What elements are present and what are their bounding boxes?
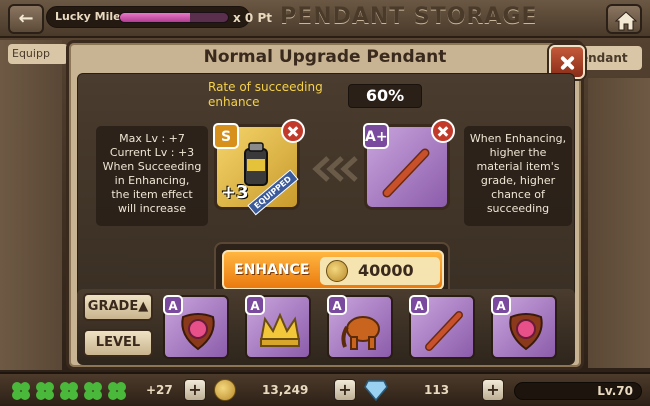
enhance-label: ENHANCE bbox=[234, 262, 310, 278]
gem-pendant-icon bbox=[181, 313, 215, 351]
add-coin-button[interactable]: + bbox=[334, 379, 356, 401]
enhance-cost-box: 40000 bbox=[320, 257, 440, 285]
inventory-strip: GRADE▲ LEVEL A A A A A bbox=[77, 289, 575, 365]
info-line: chance of bbox=[491, 188, 545, 201]
clover-icon bbox=[36, 382, 54, 400]
coin-icon bbox=[326, 260, 348, 282]
clover-icon bbox=[84, 382, 102, 400]
lucky-mileage: Lucky Mileage x 0 Pt bbox=[46, 6, 272, 28]
clover-extra-count: +27 bbox=[146, 383, 173, 397]
info-line: material item's bbox=[476, 160, 560, 173]
sort-grade-button[interactable]: GRADE▲ bbox=[83, 293, 153, 321]
info-line: the item effect bbox=[111, 188, 193, 201]
screen-title: PENDANT STORAGE bbox=[280, 4, 538, 29]
enhance-cost: 40000 bbox=[358, 261, 414, 280]
resource-bar: +27 + 13,249 + 113 + Lv.70 bbox=[0, 372, 650, 406]
chevron-left-icon bbox=[312, 156, 358, 182]
inventory-item[interactable]: A bbox=[163, 295, 229, 359]
gem-count: 113 bbox=[424, 383, 450, 397]
coin-count: 13,249 bbox=[262, 383, 309, 397]
bat-icon bbox=[382, 148, 430, 198]
storage-right-panel bbox=[588, 78, 650, 368]
upgrade-panel: Rate of succeeding enhance 60% Max Lv : … bbox=[77, 73, 575, 305]
crown-icon bbox=[259, 312, 301, 347]
success-rate-label: Rate of succeeding enhance bbox=[208, 80, 323, 109]
material-item-slot[interactable]: A+ bbox=[363, 119, 455, 210]
tab-equipped[interactable]: Equipp bbox=[8, 44, 68, 64]
remove-material-button[interactable] bbox=[431, 119, 455, 143]
remove-target-button[interactable] bbox=[281, 119, 305, 143]
inventory-item[interactable]: A bbox=[327, 295, 393, 359]
success-rate-value: 60% bbox=[348, 84, 422, 108]
storage-left-panel bbox=[0, 40, 62, 370]
target-item-slot[interactable]: S +3 EQUIPPED bbox=[213, 119, 305, 216]
info-line: grade, higher bbox=[480, 174, 556, 187]
diamond-icon bbox=[364, 380, 388, 401]
inventory-item[interactable]: A bbox=[409, 295, 475, 359]
item-level: +3 bbox=[221, 182, 249, 203]
clover-icon bbox=[12, 382, 30, 400]
gem-pendant-icon bbox=[509, 313, 543, 351]
back-button[interactable]: ← bbox=[8, 4, 44, 34]
add-clover-button[interactable]: + bbox=[184, 379, 206, 401]
add-gem-button[interactable]: + bbox=[482, 379, 504, 401]
clover-group bbox=[10, 380, 128, 402]
info-line: will increase bbox=[117, 202, 187, 215]
info-line: When Succeeding bbox=[102, 160, 202, 173]
clover-icon bbox=[108, 382, 126, 400]
grade-info-box: When Enhancing, higher the material item… bbox=[464, 126, 572, 226]
elephant-icon bbox=[341, 316, 380, 350]
mileage-points: x 0 Pt bbox=[233, 11, 272, 25]
level-info-box: Max Lv : +7 Current Lv : +3 When Succeed… bbox=[96, 126, 208, 226]
mileage-progress-bar bbox=[119, 12, 229, 23]
info-line: Max Lv : +7 bbox=[119, 132, 185, 145]
info-line: When Enhancing, bbox=[469, 132, 567, 145]
home-icon bbox=[615, 11, 637, 31]
info-line: higher the bbox=[489, 146, 547, 159]
inventory-item[interactable]: A bbox=[491, 295, 557, 359]
bat-icon bbox=[425, 311, 463, 351]
home-button[interactable] bbox=[606, 4, 642, 34]
info-line: Current Lv : +3 bbox=[109, 146, 195, 159]
player-level: Lv.70 bbox=[597, 384, 633, 398]
back-arrow-icon: ← bbox=[18, 8, 34, 29]
level-bar: Lv.70 bbox=[514, 382, 642, 400]
mileage-progress-fill bbox=[120, 13, 191, 22]
info-line: succeeding bbox=[486, 202, 550, 215]
top-bar: ← Lucky Mileage x 0 Pt PENDANT STORAGE bbox=[0, 0, 650, 38]
coin-icon bbox=[214, 379, 236, 401]
upgrade-pendant-dialog: Normal Upgrade Pendant Rate of succeedin… bbox=[66, 40, 585, 370]
clover-icon bbox=[60, 382, 78, 400]
info-line: in Enhancing, bbox=[114, 174, 190, 187]
inventory-item[interactable]: A bbox=[245, 295, 311, 359]
enhance-button[interactable]: ENHANCE 40000 bbox=[222, 250, 444, 290]
sort-level-button[interactable]: LEVEL bbox=[83, 329, 153, 357]
dialog-title: Normal Upgrade Pendant bbox=[203, 47, 447, 67]
